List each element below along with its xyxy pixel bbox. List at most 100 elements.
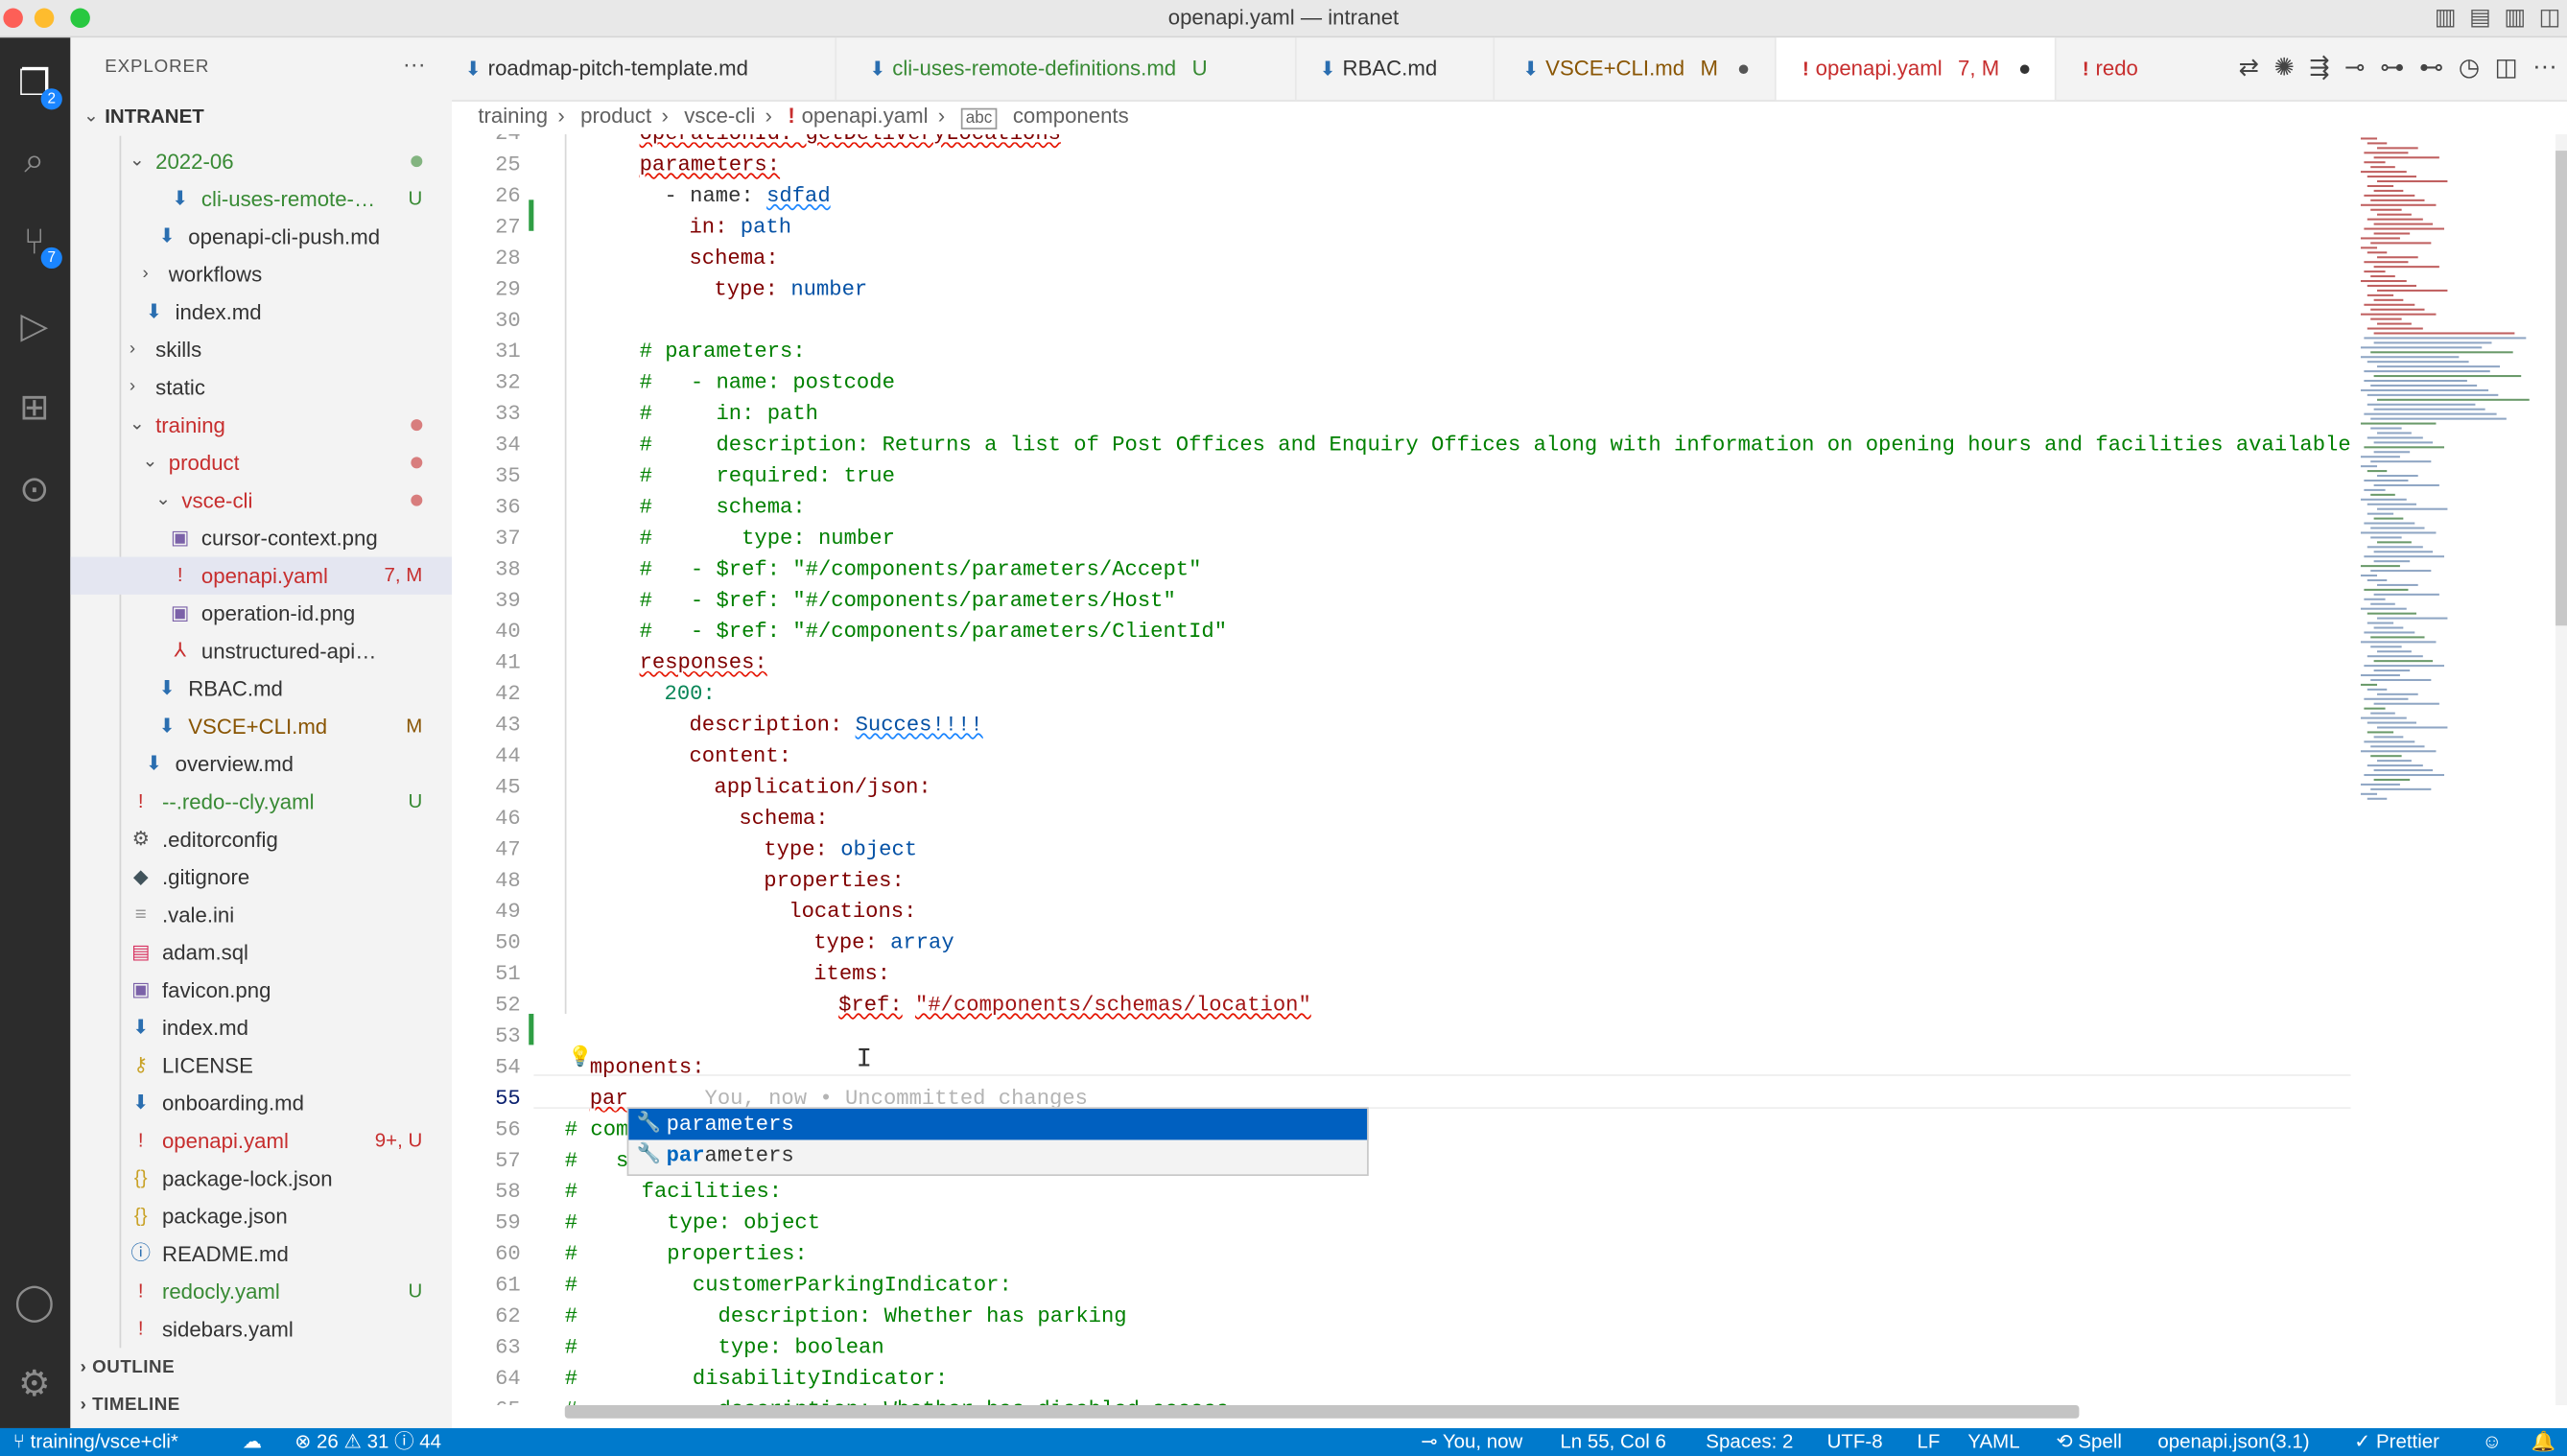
code-line[interactable]: 65 # description: Whether has disabled ac… (452, 1394, 2351, 1406)
code-line[interactable]: 53 (452, 1021, 2351, 1051)
code-line[interactable]: 34 # description: Returns a list of Post … (452, 429, 2351, 459)
vertical-scrollbar[interactable] (2555, 134, 2567, 1406)
end-of-line[interactable]: LF (1917, 1428, 1940, 1456)
tree-file[interactable]: ⓘ README.md (70, 1234, 452, 1272)
extensions-icon[interactable]: ⊞ (9, 382, 61, 434)
tab-redocly[interactable]: ! redo (2057, 37, 2155, 100)
code-line[interactable]: 45 application/json: (452, 771, 2351, 802)
branch-status[interactable]: ⑂ training/vsce+cli* (13, 1428, 178, 1456)
tree-file[interactable]: ≡ .vale.ini (70, 896, 452, 933)
problems-status[interactable]: ⊗ 26 ⚠ 31 ⓘ 44 (294, 1428, 441, 1456)
tree-file[interactable]: ! openapi.yaml 9+, U (70, 1122, 452, 1160)
tree-file[interactable]: ◆ .gitignore (70, 858, 452, 896)
tree-file[interactable]: ⬇ index.md (70, 294, 452, 331)
tree-folder[interactable]: ⌄ vsce-cli (70, 481, 452, 519)
tab-openapi-yaml[interactable]: ! openapi.yaml 7, M ● (1776, 37, 2057, 101)
timeline-section[interactable]: › TIMELINE (81, 1396, 180, 1415)
code-line[interactable]: 52 $ref: "#/components/schemas/location" (452, 989, 2351, 1020)
outline-section[interactable]: › OUTLINE (81, 1358, 176, 1377)
commit-icon[interactable]: ⊶ (2380, 53, 2405, 82)
explorer-icon[interactable]: ❐ 2 (9, 58, 62, 110)
code-line[interactable]: 49 locations: (452, 896, 2351, 927)
code-line[interactable]: 26 - name: sdfad (452, 180, 2351, 211)
more-actions-icon[interactable]: ··· (2532, 53, 2557, 82)
tree-file[interactable]: {} package.json (70, 1197, 452, 1234)
run-debug-icon[interactable]: ▷ (9, 299, 61, 352)
tree-file[interactable]: ▣ favicon.png (70, 972, 452, 1009)
code-line[interactable]: 28 schema: (452, 243, 2351, 273)
search-icon[interactable]: ⌕ (9, 134, 61, 187)
breadcrumb-item[interactable]: training (478, 104, 548, 129)
encoding[interactable]: UTF-8 (1827, 1428, 1883, 1456)
sync-icon[interactable]: ☁ (243, 1428, 262, 1456)
tree-file[interactable]: ⬇ RBAC.md (70, 669, 452, 707)
breadcrumb-item[interactable]: vsce-cli (684, 104, 755, 129)
git-graph-icon[interactable]: ⊙ (9, 463, 61, 516)
code-line[interactable]: 42 200: (452, 678, 2351, 709)
code-line[interactable]: 59 # type: object (452, 1207, 2351, 1237)
more-actions-icon[interactable]: ··· (403, 51, 426, 77)
prettier-status[interactable]: ✓ Prettier (2354, 1428, 2439, 1456)
accounts-icon[interactable]: ◯ (9, 1276, 61, 1328)
tree-folder[interactable]: ⌄ 2022-06 (70, 143, 452, 180)
feedback-icon[interactable]: ☺ (2482, 1428, 2502, 1456)
scrollbar-thumb[interactable] (2555, 151, 2567, 626)
tree-file[interactable]: ⬇ VSCE+CLI.md M (70, 708, 452, 745)
tree-file[interactable]: ⚷ LICENSE (70, 1046, 452, 1084)
toggle-panel-icon[interactable]: ▤ (2469, 3, 2491, 31)
unsaved-dot-icon[interactable]: ● (1737, 56, 1750, 81)
previous-change-icon[interactable]: ⊸ (2344, 53, 2365, 82)
git-lens-icon[interactable]: ⇶ (2309, 53, 2329, 82)
breadcrumb-item[interactable]: product (580, 104, 651, 129)
indentation[interactable]: Spaces: 2 (1706, 1428, 1793, 1456)
code-line[interactable]: 51 items: (452, 958, 2351, 989)
tree-file[interactable]: ! --.redo--cly.yaml U (70, 783, 452, 820)
suggestion-item[interactable]: 🔧 parameters (628, 1139, 1367, 1170)
code-line[interactable]: 46 schema: (452, 803, 2351, 834)
compare-icon[interactable]: ⇄ (2239, 53, 2259, 82)
code-line[interactable]: 40 # - $ref: "#/components/parameters/Cli… (452, 616, 2351, 646)
tab-rbac[interactable]: ⬇ RBAC.md (1297, 37, 1495, 101)
minimap[interactable] (2350, 134, 2555, 1406)
tree-file[interactable]: ! redocly.yaml U (70, 1273, 452, 1310)
timeline-icon[interactable]: ◷ (2459, 53, 2480, 82)
tree-file[interactable]: ⚙ .editorconfig (70, 820, 452, 857)
code-line[interactable]: 36 # schema: (452, 491, 2351, 522)
code-line[interactable]: 54 mponents: (452, 1051, 2351, 1082)
code-line[interactable]: 24 operationId: getDeliveryLocations (452, 134, 2351, 149)
code-line[interactable]: 31 # parameters: (452, 336, 2351, 366)
tree-file[interactable]: ! sidebars.yaml (70, 1310, 452, 1348)
code-line[interactable]: 47 type: object (452, 834, 2351, 864)
tree-folder[interactable]: ⌄ training (70, 406, 452, 443)
tree-file[interactable]: ▣ operation-id.png (70, 595, 452, 632)
tree-file[interactable]: ⬇ onboarding.md (70, 1084, 452, 1121)
source-control-icon[interactable]: ⑂ 7 (9, 216, 62, 270)
horizontal-scrollbar[interactable] (564, 1405, 2080, 1419)
blame-status[interactable]: ⊸ You, now (1421, 1428, 1522, 1456)
toggle-secondary-sidebar-icon[interactable]: ▥ (2504, 3, 2526, 31)
tree-folder[interactable]: › workflows (70, 255, 452, 293)
notifications-icon[interactable]: 🔔 (2531, 1428, 2555, 1456)
code-editor[interactable]: 24 operationId: getDeliveryLocations 25 par… (452, 134, 2351, 1406)
cursor-position[interactable]: Ln 55, Col 6 (1560, 1428, 1665, 1456)
customize-layout-icon[interactable]: ◫ (2539, 3, 2561, 31)
code-line[interactable]: 48 properties: (452, 865, 2351, 896)
unsaved-dot-icon[interactable]: ● (2018, 56, 2031, 81)
tree-file[interactable]: ! openapi.yaml 7, M (70, 556, 453, 595)
lightbulb-icon[interactable]: 💡 (568, 1045, 593, 1069)
code-line[interactable]: 30 (452, 305, 2351, 336)
tree-file[interactable]: ⬇ openapi-cli-push.md (70, 218, 452, 255)
code-line[interactable]: 25 parameters: (452, 149, 2351, 179)
tree-folder[interactable]: › static (70, 368, 452, 406)
code-line[interactable]: 29 type: number (452, 273, 2351, 304)
breadcrumb-item[interactable]: components (1013, 104, 1129, 129)
code-line[interactable]: 27 in: path (452, 211, 2351, 242)
tree-file[interactable]: ⬇ cli-uses-remote-def... U (70, 180, 452, 218)
code-line[interactable]: 61 # customerParkingIndicator: (452, 1269, 2351, 1300)
code-line[interactable]: 44 content: (452, 740, 2351, 771)
code-line[interactable]: 35 # required: true (452, 460, 2351, 491)
tree-folder[interactable]: ⌄ product (70, 444, 452, 481)
workspace-root[interactable]: ⌄ INTRANET (70, 98, 452, 135)
tree-file[interactable]: ⬇ index.md (70, 1009, 452, 1046)
next-change-icon[interactable]: ⊷ (2419, 53, 2444, 82)
